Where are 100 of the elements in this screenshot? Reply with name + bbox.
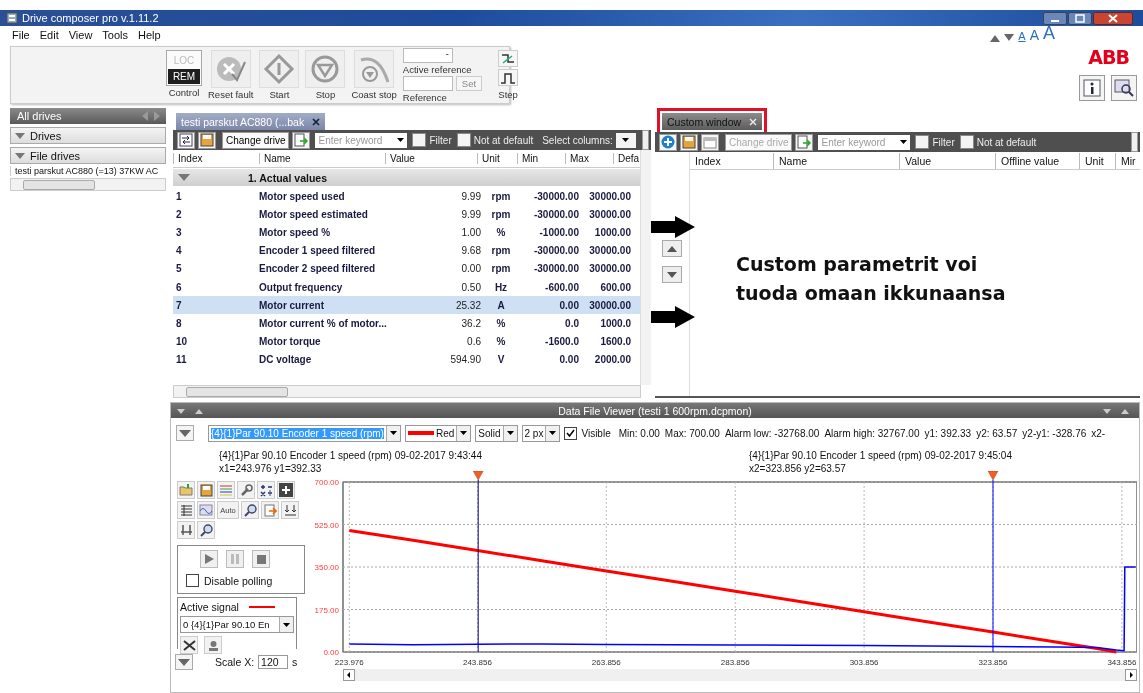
start-button[interactable] xyxy=(259,50,300,88)
menu-item[interactable]: Tools xyxy=(102,29,129,44)
move-up-button[interactable] xyxy=(662,240,682,257)
scrollbar[interactable] xyxy=(10,178,166,191)
line-style-dropdown[interactable]: Solid xyxy=(475,424,518,442)
table-row[interactable]: 8 Motor current % of motor... 36.2 % 0.0 1000.0 xyxy=(173,314,640,333)
scrollbar[interactable] xyxy=(173,385,641,398)
minimize-icon[interactable] xyxy=(1043,11,1067,25)
search-button[interactable] xyxy=(1111,75,1137,101)
maximize-icon[interactable] xyxy=(1068,11,1092,25)
column-header[interactable]: Min xyxy=(517,153,539,164)
column-header[interactable]: Index xyxy=(173,153,203,164)
control-switch[interactable]: LOC REM xyxy=(166,50,202,86)
step-label: Step xyxy=(498,88,518,101)
color-dropdown[interactable]: Red xyxy=(404,424,472,442)
table-row[interactable]: 11 DC voltage 594.90 V 0.00 2000.00 xyxy=(173,350,640,369)
dropdown-arrow-icon[interactable] xyxy=(900,140,908,144)
menu-item[interactable]: File xyxy=(12,29,30,44)
export-icon[interactable] xyxy=(292,131,311,149)
visible-checkbox[interactable] xyxy=(564,426,578,440)
scrollbar[interactable] xyxy=(640,150,651,385)
font-size-link[interactable]: A xyxy=(1043,24,1055,42)
close-icon[interactable] xyxy=(312,117,321,126)
table-row[interactable]: 2 Motor speed estimated 9.99 rpm -30000.00 30000.00 xyxy=(173,205,640,224)
legend-icon[interactable] xyxy=(217,481,235,499)
column-header[interactable]: Name xyxy=(259,153,291,164)
columns-dropdown[interactable] xyxy=(615,132,636,148)
up-arrow-icon[interactable] xyxy=(990,34,1001,42)
column-header[interactable]: Unit xyxy=(1079,153,1115,169)
cursor-marker[interactable] xyxy=(987,471,999,653)
add-icon[interactable] xyxy=(659,133,677,151)
group-row[interactable]: 1. Actual values xyxy=(173,169,640,186)
toolbar-grip[interactable] xyxy=(1131,132,1138,152)
collapse-button[interactable] xyxy=(176,425,194,441)
stop-button[interactable] xyxy=(252,550,270,568)
change-drive-button[interactable]: Change drive xyxy=(222,131,290,149)
column-header[interactable]: Offline value xyxy=(995,153,1079,169)
menu-item[interactable]: Edit xyxy=(39,29,59,44)
sidebar-section[interactable]: Drives xyxy=(10,127,166,144)
column-header[interactable]: Name xyxy=(773,153,899,169)
collapse-arrow-icon[interactable] xyxy=(178,174,190,181)
menu-item[interactable]: View xyxy=(68,29,93,44)
table-row[interactable]: 4 Encoder 1 speed filtered 9.68 rpm -30000.00 30000.00 xyxy=(173,241,640,260)
baseline-icon[interactable] xyxy=(281,501,299,519)
line-width-dropdown[interactable]: 2 px xyxy=(521,424,561,442)
reset-button[interactable] xyxy=(210,50,251,88)
column-header[interactable]: Max xyxy=(565,153,589,164)
remove-signal-icon[interactable] xyxy=(180,636,198,654)
stop-button[interactable] xyxy=(305,50,346,88)
toolbar-grip[interactable] xyxy=(642,130,649,150)
column-header[interactable]: Index xyxy=(690,153,773,169)
filter-checkbox[interactable] xyxy=(412,133,427,147)
not-at-default-checkbox[interactable] xyxy=(959,135,974,149)
table-row[interactable]: 5 Encoder 2 speed filtered 0.00 rpm -30000.00 30000.00 xyxy=(173,259,640,278)
column-header[interactable]: Value xyxy=(899,153,995,169)
move-down-button[interactable] xyxy=(662,266,682,283)
table-row[interactable]: 7 Motor current 25.32 A 0.00 30000.00 xyxy=(173,296,640,315)
refresh-icon[interactable] xyxy=(177,131,195,149)
active-signal-dropdown[interactable]: 0 {4}{1}Par 90.10 En xyxy=(180,616,294,633)
trend-step-icon[interactable] xyxy=(498,50,519,67)
collapse-button[interactable] xyxy=(175,654,193,670)
table-row[interactable]: 6 Output frequency 0.50 Hz -600.00 600.00 xyxy=(173,277,640,297)
mode-option[interactable]: REM xyxy=(168,68,200,84)
save-icon[interactable] xyxy=(680,133,698,151)
play-button[interactable] xyxy=(200,550,218,568)
not-at-default-checkbox[interactable] xyxy=(456,133,471,147)
cursor-marker[interactable] xyxy=(472,471,484,653)
column-header[interactable]: Value xyxy=(385,153,415,164)
sidebar-item[interactable]: testi parskut AC880 (=13) 37KW AC xyxy=(10,166,166,176)
square-wave-icon[interactable] xyxy=(498,69,519,86)
info-button[interactable] xyxy=(1079,75,1105,101)
plus-icon[interactable] xyxy=(277,481,295,499)
scrollbar[interactable] xyxy=(343,669,1137,681)
font-size-link[interactable]: A xyxy=(1018,31,1026,42)
coast-button[interactable] xyxy=(354,50,395,88)
zoom-icon[interactable] xyxy=(241,501,259,519)
save-icon[interactable] xyxy=(198,131,216,149)
sidebar-section[interactable]: File drives xyxy=(10,147,166,164)
table-row[interactable]: 10 Motor torque 0.6 % -1600.0 1600.0 xyxy=(173,332,640,351)
window-icon[interactable] xyxy=(701,133,719,151)
export-icon[interactable] xyxy=(795,133,814,151)
open-folder-icon[interactable] xyxy=(177,481,195,499)
wave-icon[interactable] xyxy=(197,501,215,519)
dropdown-arrow-icon[interactable] xyxy=(397,138,405,142)
close-icon[interactable] xyxy=(1093,11,1133,25)
save-icon[interactable] xyxy=(197,481,215,499)
down-arrow-icon[interactable] xyxy=(1004,34,1015,42)
filter-checkbox[interactable] xyxy=(915,135,930,149)
disable-polling-checkbox[interactable] xyxy=(186,574,199,587)
reference-field[interactable] xyxy=(402,76,453,91)
table-row[interactable]: 3 Motor speed % 1.00 % -1000.00 1000.00 xyxy=(173,223,640,242)
column-header[interactable]: Mir xyxy=(1115,153,1135,169)
table-row[interactable]: 1 Motor speed used 9.99 rpm -30000.00 30000.00 xyxy=(173,187,640,206)
column-header[interactable]: Unit xyxy=(477,153,500,164)
calculator-icon[interactable] xyxy=(257,481,275,499)
scale-x-field[interactable]: 120 xyxy=(258,655,289,669)
font-size-link[interactable]: A xyxy=(1029,28,1039,42)
menu-item[interactable]: Help xyxy=(138,29,161,44)
column-header[interactable]: Defa xyxy=(613,153,640,164)
table-icon[interactable] xyxy=(177,501,195,519)
